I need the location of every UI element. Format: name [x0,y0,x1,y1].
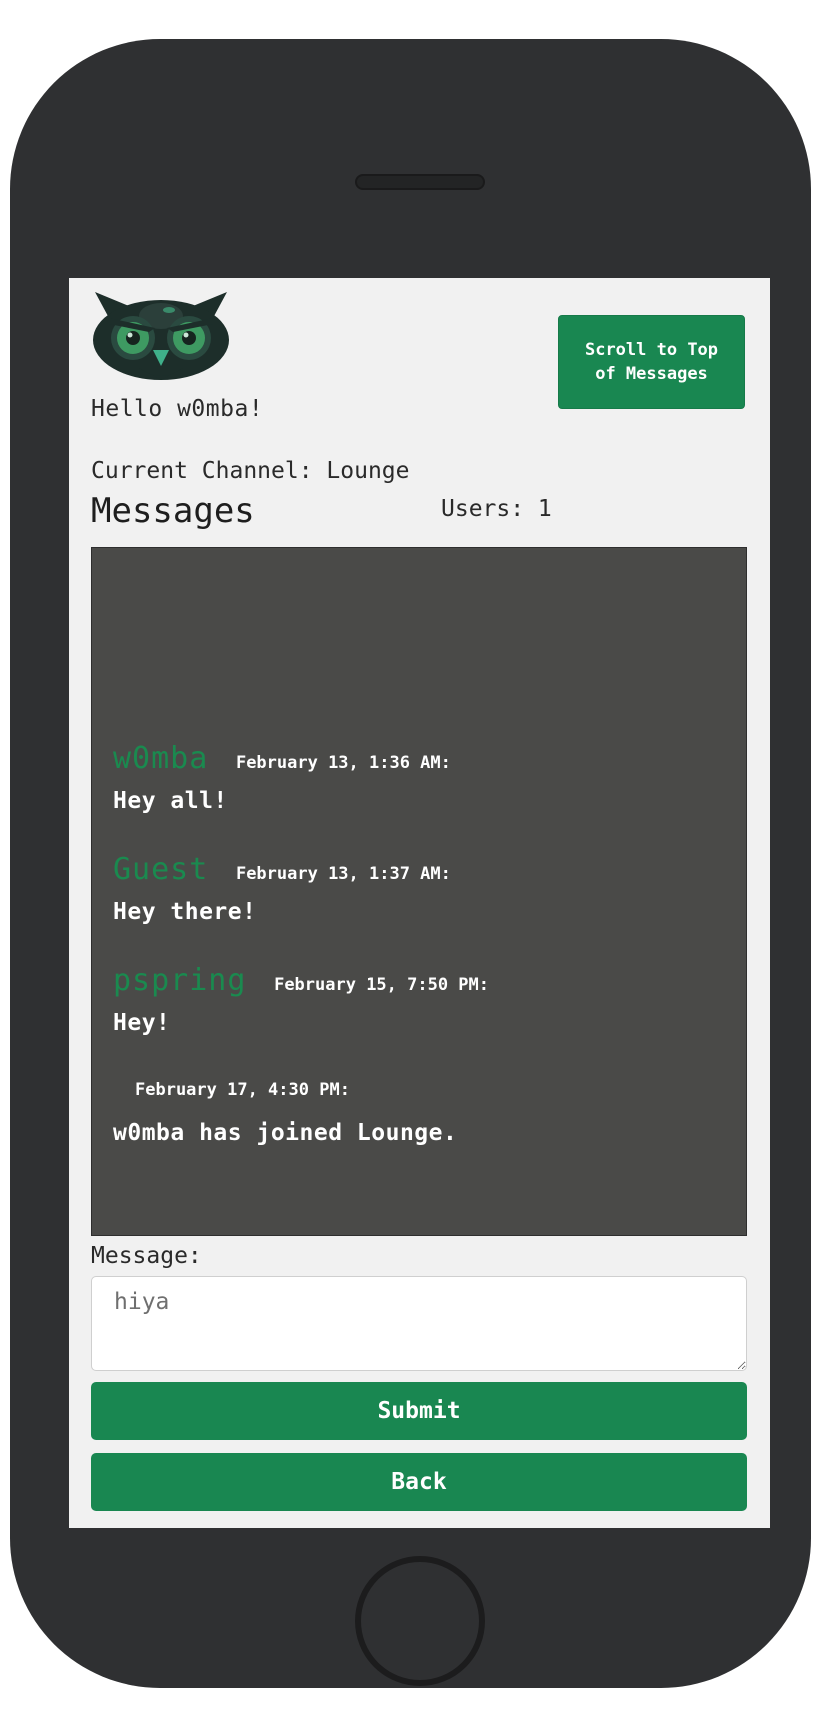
message-text: w0mba has joined Lounge. [113,1120,458,1146]
message-timestamp: February 17, 4:30 PM: [135,1080,350,1100]
message-text: Hey all! [113,788,228,814]
message-item: pspring February 15, 7:50 PM: Hey! [113,963,489,1036]
messages-heading: Messages [91,491,255,531]
message-list[interactable]: w0mba February 13, 1:36 AM: Hey all! Gue… [91,547,747,1236]
scroll-to-top-button[interactable]: Scroll to Top of Messages [558,315,745,409]
owl-logo-icon [93,292,229,380]
message-item: Guest February 13, 1:37 AM: Hey there! [113,852,451,925]
message-item: February 17, 4:30 PM: w0mba has joined L… [113,1080,457,1146]
users-count: Users: 1 [441,496,552,522]
phone-frame: Hello w0mba! Scroll to Top of Messages C… [10,39,811,1688]
message-text: Hey! [113,1010,171,1036]
message-username: pspring [113,963,247,998]
message-timestamp: February 15, 7:50 PM: [274,975,490,995]
message-input[interactable]: hiya [91,1276,747,1371]
message-timestamp: February 13, 1:36 AM: [235,753,451,773]
message-username: w0mba [113,741,209,776]
back-button[interactable]: Back [91,1453,747,1511]
message-item: w0mba February 13, 1:36 AM: Hey all! [113,741,451,814]
message-text: Hey there! [113,899,257,925]
message-field-label: Message: [91,1243,202,1269]
submit-button[interactable]: Submit [91,1382,747,1440]
message-username: Guest [113,852,209,887]
home-button[interactable] [355,1556,485,1686]
message-timestamp: February 13, 1:37 AM: [235,864,451,884]
chat-screen: Hello w0mba! Scroll to Top of Messages C… [69,278,770,1528]
phone-speaker [355,174,485,190]
greeting-text: Hello w0mba! [91,396,264,422]
current-channel-label: Current Channel: Lounge [91,458,410,484]
